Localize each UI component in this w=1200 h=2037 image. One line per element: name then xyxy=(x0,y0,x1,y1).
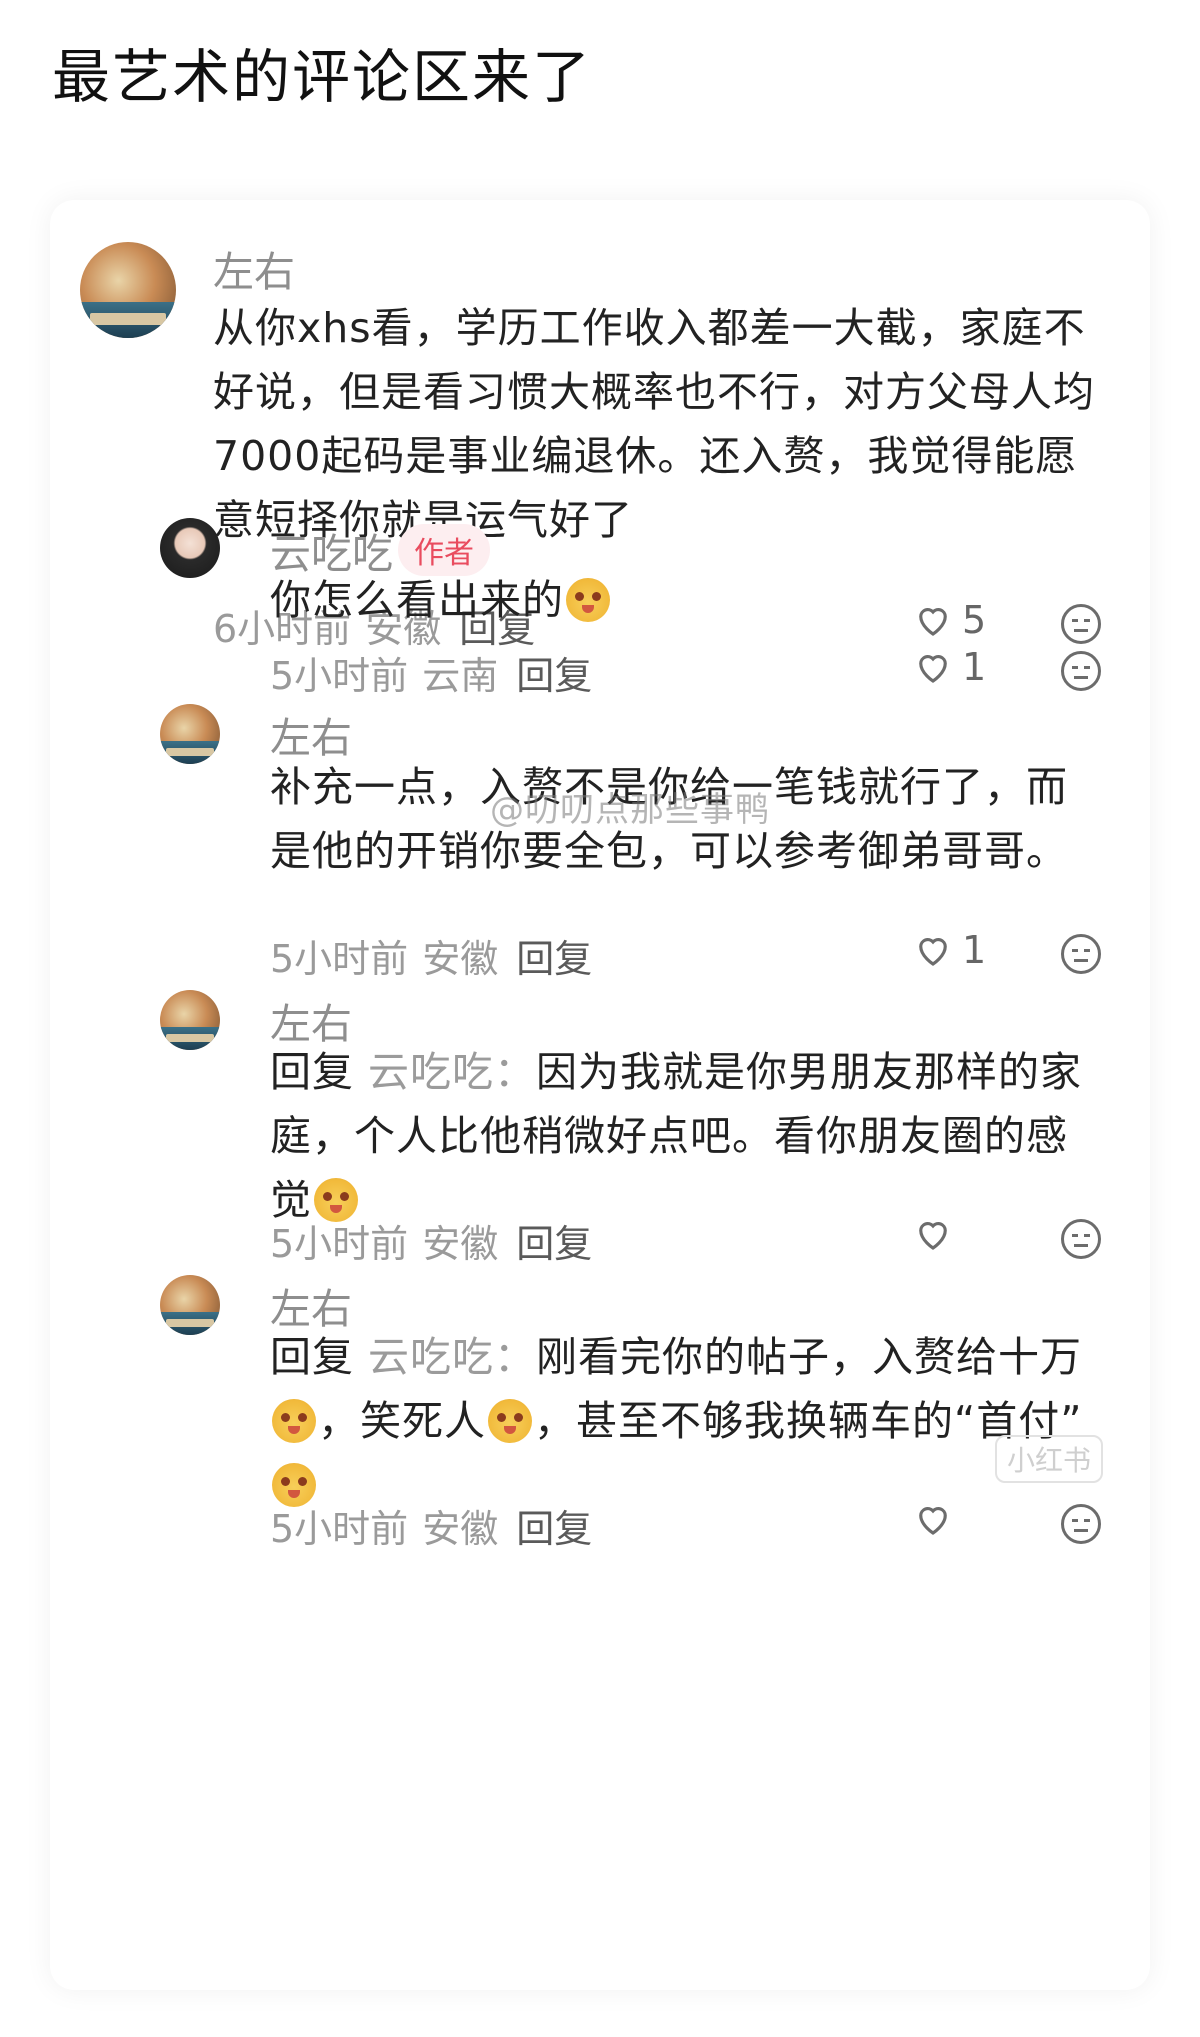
comment-meta: 5小时前 安徽 回复 xyxy=(270,1213,592,1268)
comment-section: 左右 从你xhs看，学历工作收入都差一大截，家庭不好说，但是看习惯大概率也不行，… xyxy=(50,200,1150,1990)
reply-target[interactable]: 云吃吃： xyxy=(368,1048,536,1096)
heart-icon xyxy=(919,1507,947,1535)
reply-button[interactable]: 回复 xyxy=(516,654,592,698)
comment-text: 回复 云吃吃：刚看完你的帖子，入赘给十万，笑死人 ，甚至不够我换辆车的“首付” xyxy=(270,1325,1100,1517)
comment-time: 5小时前 xyxy=(270,937,409,981)
avatar[interactable] xyxy=(160,704,220,764)
comment-author[interactable]: 左右 xyxy=(213,238,295,298)
emoji-react-icon[interactable] xyxy=(1061,1219,1101,1259)
comment-text-content: ，笑死人 xyxy=(318,1397,486,1445)
like-button[interactable] xyxy=(912,1498,962,1540)
like-count: 1 xyxy=(962,928,987,972)
emoji-sticker xyxy=(488,1399,532,1443)
avatar[interactable] xyxy=(160,1275,220,1335)
heart-icon xyxy=(919,938,947,966)
comment-text: 回复 云吃吃：因为我就是你男朋友那样的家庭，个人比他稍微好点吧。看你朋友圈的感觉 xyxy=(270,1040,1100,1232)
comment-text: 从你xhs看，学历工作收入都差一大截，家庭不好说，但是看习惯大概率也不行，对方父… xyxy=(213,304,1095,544)
emoji-react-icon[interactable] xyxy=(1061,1504,1101,1544)
emoji-react-icon[interactable] xyxy=(1061,651,1101,691)
page-title: 最艺术的评论区来了 xyxy=(52,43,593,111)
comment-text: 你怎么看出来的 xyxy=(270,568,1100,632)
reply-target[interactable]: 云吃吃： xyxy=(368,1333,536,1381)
comment-time: 5小时前 xyxy=(270,654,409,698)
avatar[interactable] xyxy=(160,518,220,578)
reply-button[interactable]: 回复 xyxy=(516,1507,592,1551)
like-button[interactable] xyxy=(912,1213,962,1255)
reply-button[interactable]: 回复 xyxy=(516,937,592,981)
comment-meta: 5小时前 云南 回复 xyxy=(270,645,592,700)
comment-time: 5小时前 xyxy=(270,1507,409,1551)
watermark: @叨叨点那些事鸭 xyxy=(490,790,770,830)
avatar[interactable] xyxy=(80,242,176,338)
comment-location: 安徽 xyxy=(422,1222,499,1266)
like-count: 1 xyxy=(962,645,987,689)
like-button[interactable]: 1 xyxy=(912,645,986,689)
heart-icon xyxy=(919,1222,947,1250)
reply-prefix: 回复 xyxy=(270,1333,354,1381)
emoji-sticker xyxy=(272,1399,316,1443)
comment-text-content: 刚看完你的帖子，入赘给十万 xyxy=(536,1333,1083,1381)
avatar[interactable] xyxy=(160,990,220,1050)
like-button[interactable]: 1 xyxy=(912,928,986,972)
comment-text-content: 你怎么看出来的 xyxy=(270,576,564,624)
comment-location: 安徽 xyxy=(422,1507,499,1551)
comment-meta: 5小时前 安徽 回复 xyxy=(270,928,592,983)
emoji-sticker xyxy=(566,578,610,622)
comment-location: 云南 xyxy=(422,654,499,698)
comment-location: 安徽 xyxy=(422,937,499,981)
heart-icon xyxy=(919,655,947,683)
comment-time: 5小时前 xyxy=(270,1222,409,1266)
reply-prefix: 回复 xyxy=(270,1048,354,1096)
reply-button[interactable]: 回复 xyxy=(516,1222,592,1266)
emoji-react-icon[interactable] xyxy=(1061,934,1101,974)
comment-meta: 5小时前 安徽 回复 xyxy=(270,1498,592,1553)
xiaohongshu-logo: 小红书 xyxy=(995,1435,1104,1483)
